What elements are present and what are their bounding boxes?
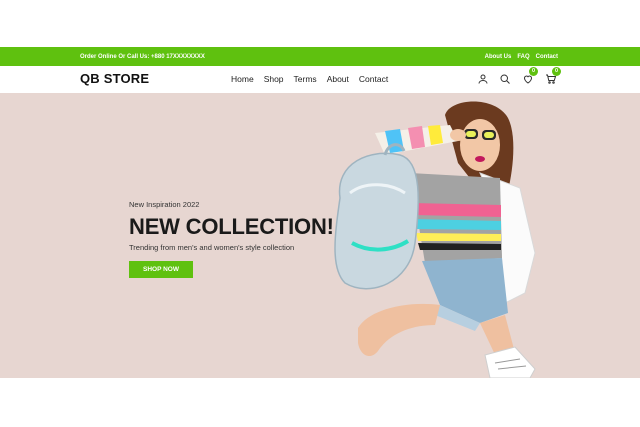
contact-link[interactable]: Contact <box>536 54 558 60</box>
main-header: QB STORE Home Shop Terms About Contact 0… <box>0 66 640 93</box>
logo[interactable]: QB STORE <box>80 71 149 86</box>
nav-item-home[interactable]: Home <box>231 74 254 84</box>
header-icons: 0 0 <box>476 67 561 88</box>
faq-link[interactable]: FAQ <box>517 54 529 60</box>
cart-button[interactable]: 0 <box>544 67 561 86</box>
nav-item-about[interactable]: About <box>327 74 349 84</box>
nav-item-terms[interactable]: Terms <box>294 74 317 84</box>
top-bar: Order Online Or Call Us: +880 17XXXXXXXX… <box>0 47 640 66</box>
top-links: About Us FAQ Contact <box>485 54 558 60</box>
wishlist-count-badge: 0 <box>529 67 538 76</box>
user-icon[interactable] <box>476 72 490 86</box>
cart-count-badge: 0 <box>552 67 561 76</box>
hero-text: New Inspiration 2022 NEW COLLECTION! Tre… <box>129 200 334 278</box>
hero-banner: New Inspiration 2022 NEW COLLECTION! Tre… <box>0 93 640 378</box>
nav-item-contact[interactable]: Contact <box>359 74 388 84</box>
nav-item-shop[interactable]: Shop <box>264 74 284 84</box>
wishlist-button[interactable]: 0 <box>521 67 538 86</box>
about-us-link[interactable]: About Us <box>485 54 512 60</box>
main-menu: Home Shop Terms About Contact <box>231 74 388 84</box>
shop-now-button[interactable]: SHOP NOW <box>129 261 193 278</box>
contact-info: Order Online Or Call Us: +880 17XXXXXXXX <box>80 53 205 60</box>
hero-model-image <box>334 101 536 378</box>
hero-kicker: New Inspiration 2022 <box>129 200 200 209</box>
hero-title: NEW COLLECTION! <box>129 214 334 239</box>
search-icon[interactable] <box>498 72 512 86</box>
hero-subtitle: Trending from men's and women's style co… <box>129 243 295 252</box>
